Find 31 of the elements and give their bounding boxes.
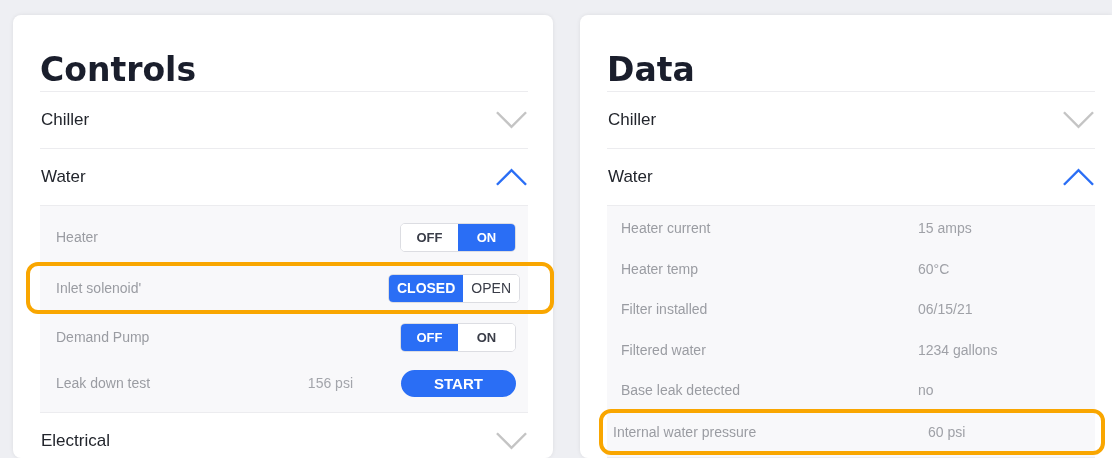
chevron-down-icon [495,431,528,451]
row-label: Internal water pressure [613,423,758,440]
value-text: 06/15/21 [918,301,974,318]
panel-title: Controls [40,15,528,92]
toggle-option[interactable]: OFF [401,323,458,351]
value-text: 15 amps [918,220,973,237]
chevron-up-icon [495,167,528,187]
panel-title: Data [607,15,1095,92]
row-label: Demand Pump [56,329,151,345]
chevron-down-icon [495,110,528,130]
chevron-down-icon [1062,110,1095,130]
section-header[interactable]: Chiller [607,92,1095,149]
section-header[interactable]: Chiller [40,92,528,149]
value-text: no [918,382,935,399]
row-label: Heater [56,229,100,245]
toggle-option[interactable]: CLOSED [388,274,464,302]
section-header[interactable]: Electrical [40,413,528,458]
row-label: Filter installed [621,301,709,318]
value-text: 60 psi [928,423,967,440]
value-text: 1234 gallons [918,341,999,358]
start-button[interactable]: START [401,369,516,397]
row-label: Inlet solenoid' [56,280,143,296]
row-label: Heater current [621,220,712,237]
row-label: Base leak detected [621,382,742,399]
row-label: Heater temp [621,260,700,277]
chevron-up-icon [1062,167,1095,187]
row-label: Leak down test [56,375,152,391]
reading-text: 156 psi [307,375,353,391]
value-text: 60°C [918,260,951,277]
row-label: Filtered water [621,341,707,358]
toggle-option[interactable]: ON [458,223,515,251]
